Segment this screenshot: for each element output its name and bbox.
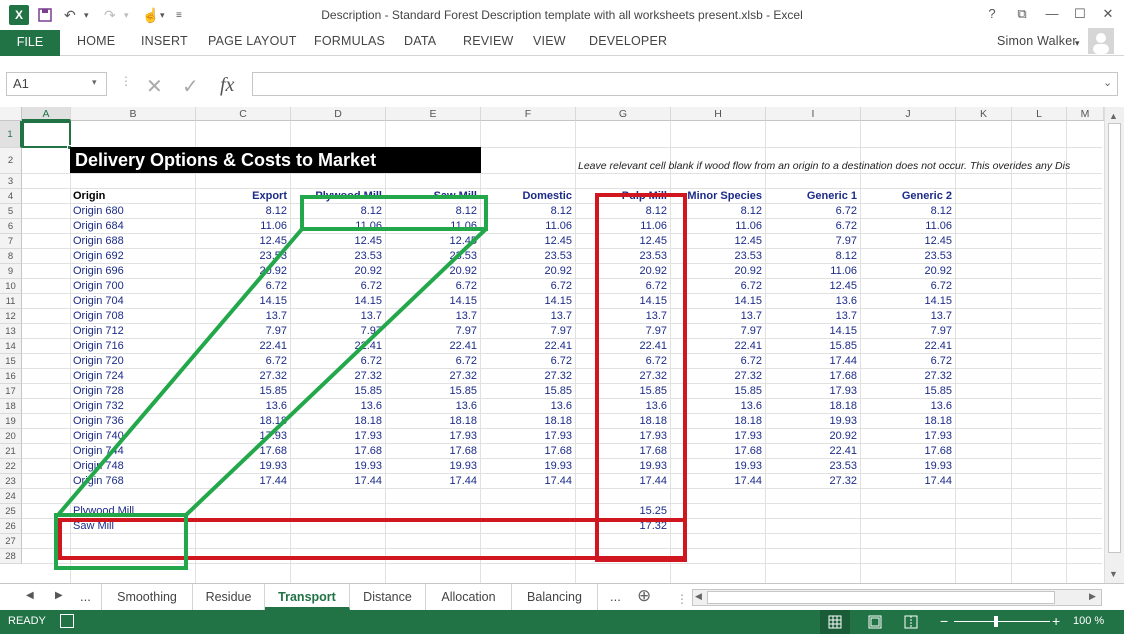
name-box-dropdown-icon[interactable]: ▾ bbox=[92, 77, 97, 88]
sheet-tab-distance[interactable]: Distance bbox=[350, 584, 426, 610]
zoom-level[interactable]: 100 % bbox=[1073, 615, 1104, 627]
formula-bar-handle-icon[interactable]: ⋮ bbox=[120, 74, 132, 88]
page-break-view-button[interactable] bbox=[896, 610, 926, 634]
tab-review[interactable]: REVIEW bbox=[463, 34, 514, 48]
enter-formula-button[interactable]: ✓ bbox=[182, 74, 199, 99]
sheet-tab-residue[interactable]: Residue bbox=[193, 584, 265, 610]
tab-data[interactable]: DATA bbox=[404, 34, 436, 48]
tab-split-handle-icon[interactable]: ⋮ bbox=[676, 592, 688, 606]
green-connector-lines bbox=[56, 227, 488, 517]
status-ready: READY bbox=[8, 615, 46, 627]
horizontal-scrollbar[interactable]: ◀ ▶ bbox=[692, 589, 1102, 606]
insert-function-button[interactable]: fx bbox=[220, 74, 234, 97]
help-button[interactable]: ? bbox=[982, 6, 1002, 24]
more-sheets-right-button[interactable]: ... bbox=[610, 589, 621, 604]
tab-insert[interactable]: INSERT bbox=[141, 34, 188, 48]
file-tab[interactable]: FILE bbox=[0, 30, 60, 56]
sheet-tab-balancing[interactable]: Balancing bbox=[512, 584, 598, 610]
zoom-in-button[interactable]: + bbox=[1052, 613, 1060, 629]
tab-page-layout[interactable]: PAGE LAYOUT bbox=[208, 34, 297, 48]
scroll-right-icon[interactable]: ▶ bbox=[1089, 591, 1096, 602]
ribbon-display-button[interactable]: ⧉ bbox=[1012, 6, 1032, 24]
cancel-formula-button[interactable]: ✕ bbox=[146, 74, 163, 99]
tab-developer[interactable]: DEVELOPER bbox=[589, 34, 667, 48]
window-title: Description - Standard Forest Descriptio… bbox=[321, 8, 803, 22]
vertical-scroll-thumb[interactable] bbox=[1108, 123, 1121, 553]
minimize-button[interactable]: — bbox=[1042, 6, 1062, 24]
sheet-tab-bar: ◀ ▶ ... Smoothing Residue Transport Dist… bbox=[0, 583, 1124, 610]
new-sheet-icon[interactable]: ⊕ bbox=[637, 586, 651, 606]
zoom-slider-thumb[interactable] bbox=[994, 616, 998, 627]
macro-record-icon[interactable] bbox=[60, 614, 74, 628]
tab-home[interactable]: HOME bbox=[77, 34, 115, 48]
title-bar: X ↶ ▾ ↷ ▾ ☝ ▾ ≡ Description - Standard F… bbox=[0, 0, 1124, 30]
horizontal-scroll-thumb[interactable] bbox=[707, 591, 1055, 604]
sheet-tab-smoothing[interactable]: Smoothing bbox=[101, 584, 193, 610]
sheet-tab-allocation[interactable]: Allocation bbox=[426, 584, 512, 610]
normal-view-icon bbox=[828, 615, 842, 629]
maximize-button[interactable]: ☐ bbox=[1070, 6, 1090, 24]
zoom-slider-track[interactable] bbox=[954, 621, 1050, 622]
user-dropdown-icon[interactable]: ▾ bbox=[1075, 38, 1080, 49]
scroll-down-icon[interactable]: ▼ bbox=[1109, 569, 1118, 579]
user-name[interactable]: Simon Walker bbox=[997, 34, 1077, 48]
scroll-left-icon[interactable]: ◀ bbox=[695, 591, 702, 602]
next-sheet-icon[interactable]: ▶ bbox=[55, 590, 63, 601]
user-icon bbox=[1093, 33, 1109, 54]
formula-bar: A1 ▾ ⋮ ✕ ✓ fx ⌄ bbox=[0, 56, 1124, 106]
normal-view-button[interactable] bbox=[820, 610, 850, 634]
sheet-tab-transport[interactable]: Transport bbox=[265, 584, 350, 610]
page-layout-view-icon bbox=[868, 615, 882, 629]
page-layout-view-button[interactable] bbox=[860, 610, 890, 634]
tab-view[interactable]: VIEW bbox=[533, 34, 566, 48]
ribbon-tabs: FILE HOME INSERT PAGE LAYOUT FORMULAS DA… bbox=[0, 28, 1124, 56]
close-button[interactable]: ✕ bbox=[1098, 6, 1118, 24]
worksheet-grid[interactable]: ABCDEFGHIJKLM 1 2 3 4 5 6 7 8 9 10 11 12 13 14 15 16 17 1… bbox=[0, 107, 1124, 583]
vertical-scrollbar[interactable]: ▲ ▼ bbox=[1104, 107, 1124, 583]
zoom-out-button[interactable]: − bbox=[940, 613, 948, 629]
avatar[interactable] bbox=[1088, 28, 1114, 54]
prev-sheet-icon[interactable]: ◀ bbox=[26, 590, 34, 601]
formula-input[interactable] bbox=[252, 72, 1118, 96]
page-break-view-icon bbox=[904, 615, 918, 629]
expand-formula-bar-icon[interactable]: ⌄ bbox=[1103, 76, 1112, 89]
status-bar: READY − + 100 % bbox=[0, 610, 1124, 634]
tab-formulas[interactable]: FORMULAS bbox=[314, 34, 385, 48]
more-sheets-left-button[interactable]: ... bbox=[80, 589, 91, 604]
scroll-up-icon[interactable]: ▲ bbox=[1109, 111, 1118, 121]
